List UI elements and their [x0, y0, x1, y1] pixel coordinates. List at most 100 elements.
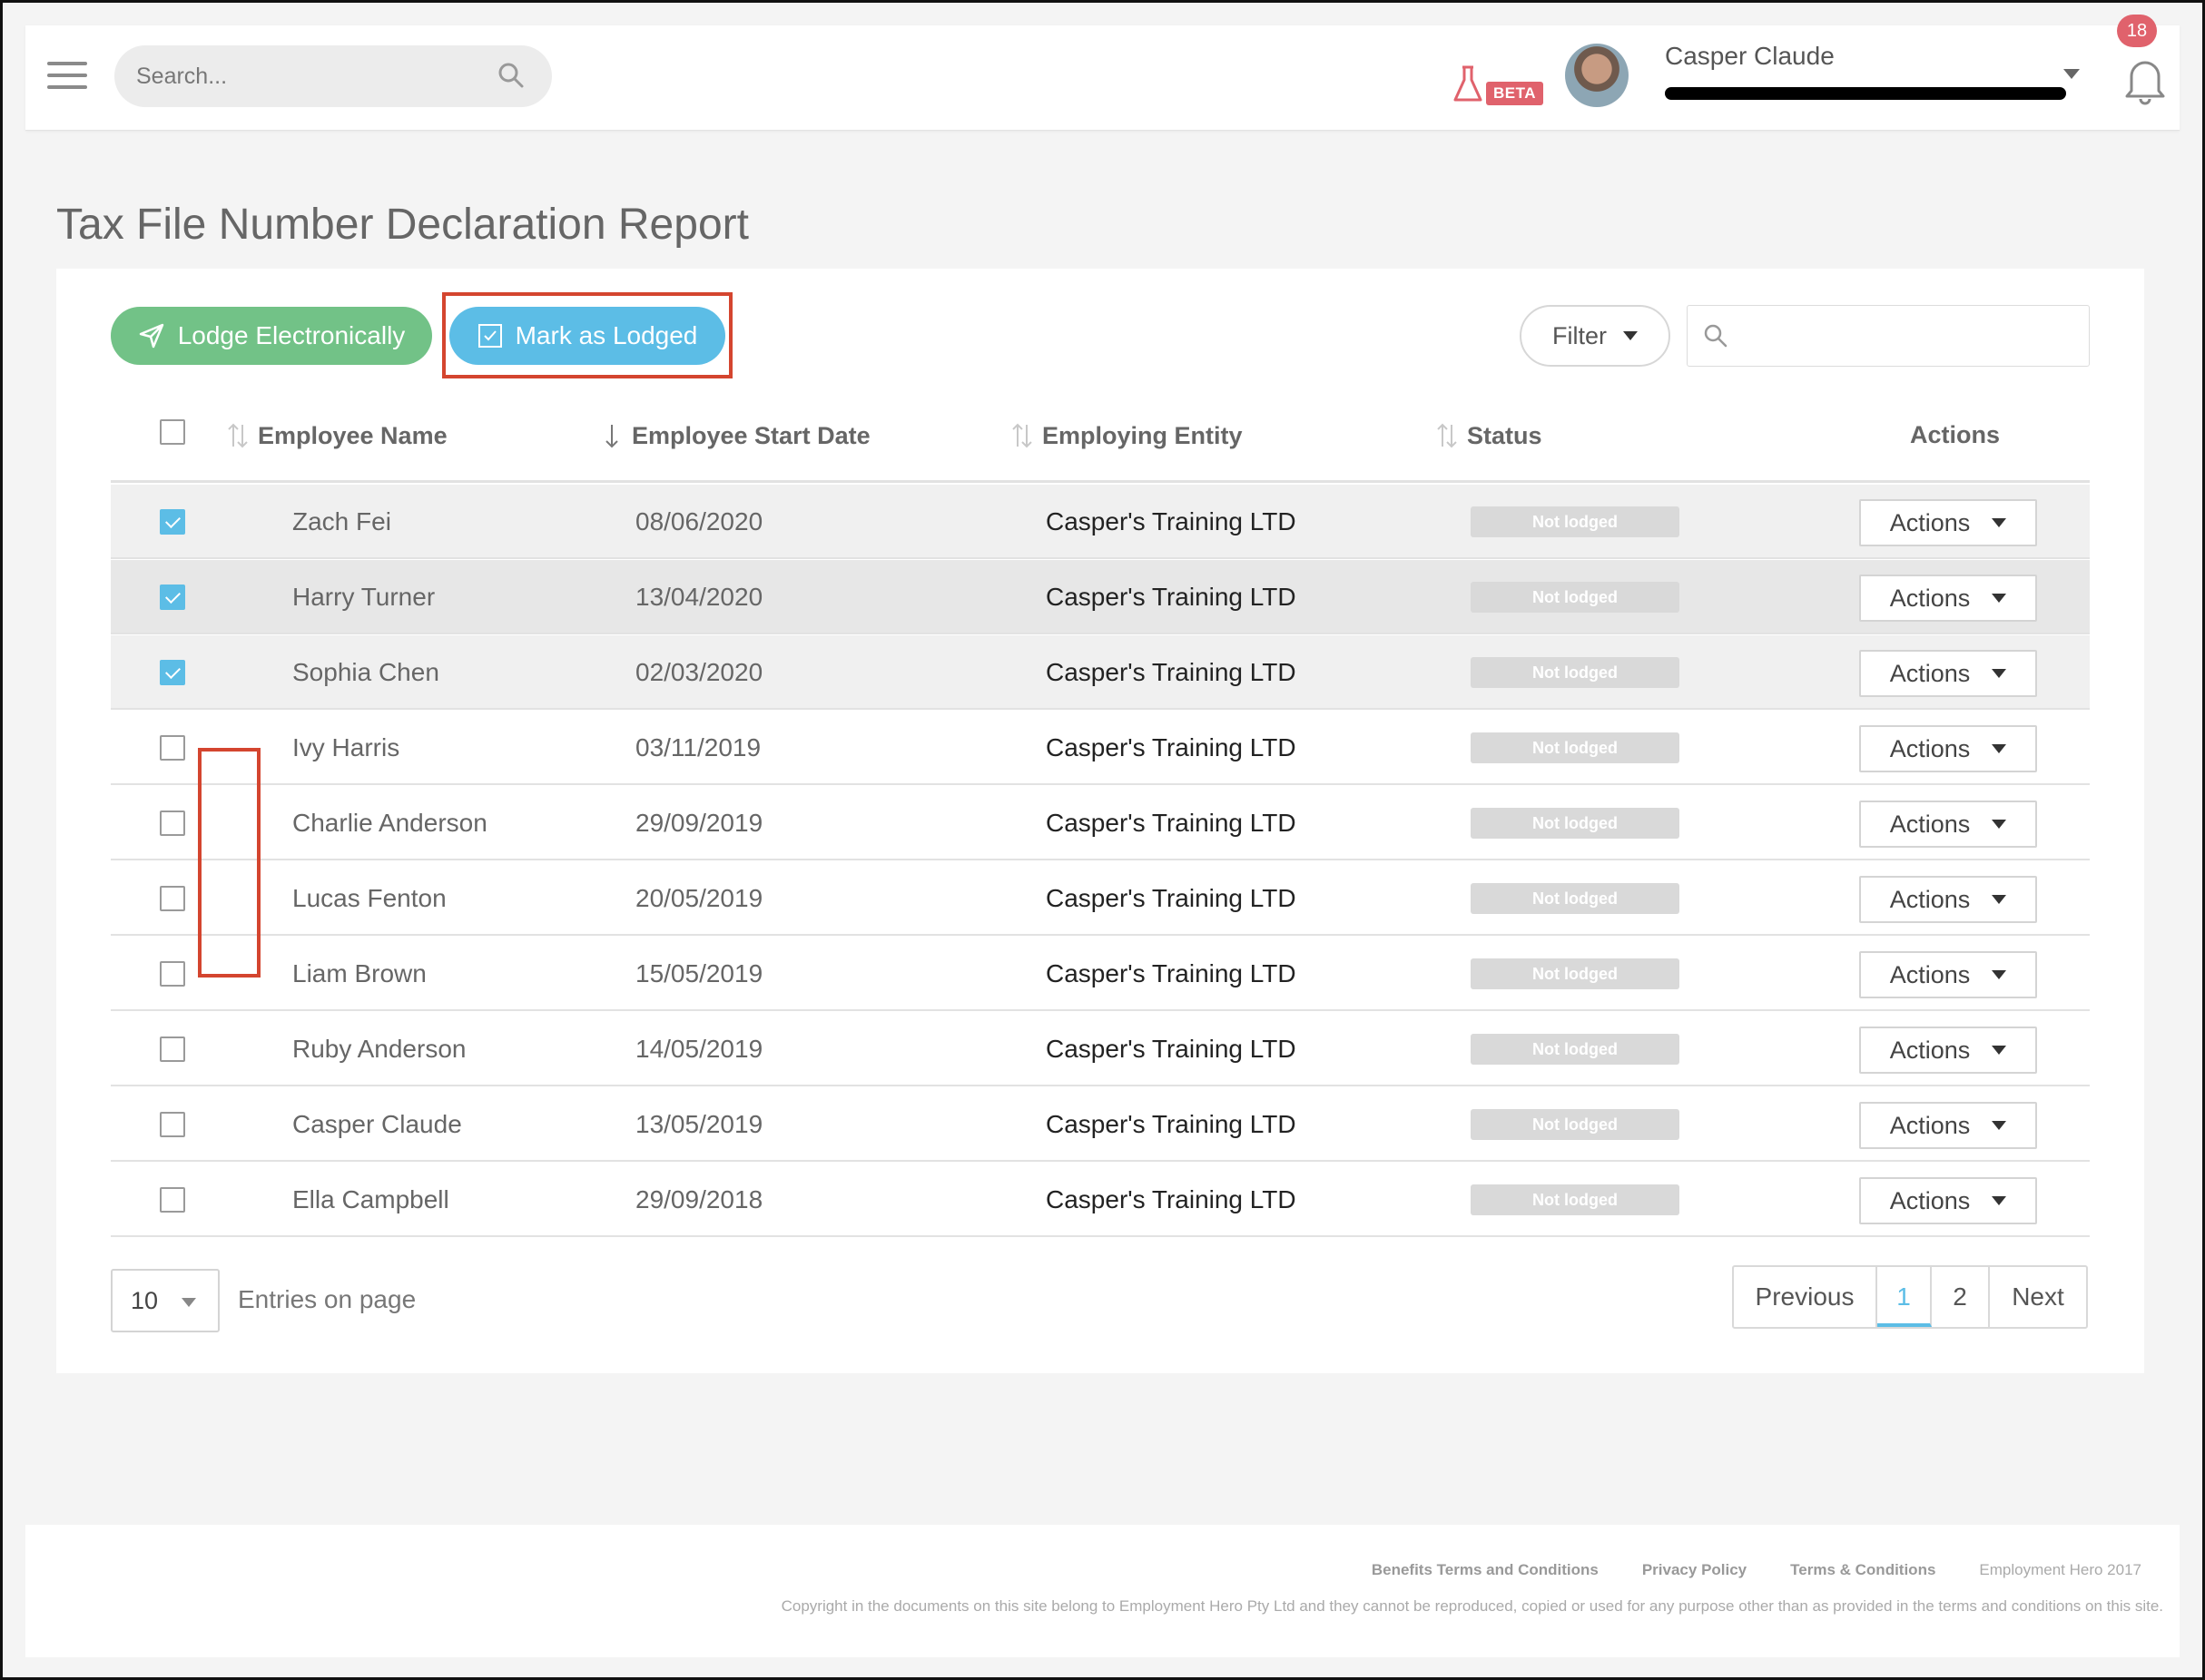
footer-link-benefits-terms[interactable]: Benefits Terms and Conditions	[1372, 1561, 1599, 1579]
actions-caret-icon	[1992, 820, 2007, 829]
pagination-previous-button[interactable]: Previous	[1734, 1267, 1877, 1327]
row-actions-label: Actions	[1889, 960, 1971, 988]
pagination-page-1-button[interactable]: 1	[1877, 1267, 1932, 1327]
row-actions-button[interactable]: Actions	[1859, 951, 2037, 998]
row-actions-button[interactable]: Actions	[1859, 575, 2037, 622]
start-date-cell: 20/05/2019	[635, 884, 763, 912]
row-checkbox[interactable]	[160, 961, 185, 987]
table-row[interactable]: Ivy Harris 03/11/2019 Casper's Training LT…	[111, 711, 2090, 785]
row-actions-button[interactable]: Actions	[1859, 801, 2037, 848]
beta-labs-button[interactable]: BETA	[1428, 54, 1544, 109]
table-row[interactable]: Liam Brown 15/05/2019 Casper's Training LT…	[111, 937, 2090, 1011]
menu-icon[interactable]	[47, 62, 87, 91]
footer: Benefits Terms and Conditions Privacy Po…	[25, 1525, 2180, 1657]
row-checkbox[interactable]	[160, 1036, 185, 1062]
table-row[interactable]: Sophia Chen 02/03/2020 Casper's Training L…	[111, 635, 2090, 710]
sort-desc-icon	[605, 425, 618, 448]
row-actions-button[interactable]: Actions	[1859, 650, 2037, 697]
search-input[interactable]	[114, 45, 552, 107]
pagination-page-2-button[interactable]: 2	[1932, 1267, 1990, 1327]
column-header-status[interactable]: Status	[1434, 421, 1542, 450]
column-header-employing-entity[interactable]: Employing Entity	[1009, 421, 1243, 450]
table-row[interactable]: Ella Campbell 29/09/2018 Casper's Training…	[111, 1163, 2090, 1237]
pagination-next-button[interactable]: Next	[1990, 1267, 2086, 1327]
send-icon	[139, 323, 163, 349]
checkbox-icon	[477, 324, 502, 348]
beta-badge: BETA	[1486, 82, 1544, 105]
mark-as-lodged-button[interactable]: Mark as Lodged	[449, 307, 725, 365]
column-header-start-date[interactable]: Employee Start Date	[599, 421, 871, 450]
row-checkbox[interactable]	[160, 886, 185, 911]
actions-caret-icon	[1992, 744, 2007, 753]
employing-entity-cell: Casper's Training LTD	[1046, 1035, 1296, 1063]
row-actions-button[interactable]: Actions	[1859, 499, 2037, 546]
lodge-electronically-button[interactable]: Lodge Electronically	[111, 307, 432, 365]
row-checkbox[interactable]	[160, 1112, 185, 1137]
table-search-input[interactable]	[1687, 305, 2090, 367]
notification-count-badge: 18	[2117, 15, 2157, 47]
row-actions-label: Actions	[1889, 508, 1971, 536]
table-row[interactable]: Charlie Anderson 29/09/2019 Casper's Train…	[111, 786, 2090, 860]
mark-as-lodged-label: Mark as Lodged	[515, 321, 698, 349]
bell-icon[interactable]	[2122, 54, 2168, 105]
employee-name-cell: Ivy Harris	[292, 733, 400, 761]
row-actions-button[interactable]: Actions	[1859, 725, 2037, 772]
table-row[interactable]: Lucas Fenton 20/05/2019 Casper's Training …	[111, 861, 2090, 936]
search-icon[interactable]	[497, 62, 525, 89]
employee-name-cell: Charlie Anderson	[292, 809, 487, 837]
row-checkbox[interactable]	[160, 735, 185, 761]
actions-caret-icon	[1992, 1196, 2007, 1205]
avatar[interactable]	[1565, 44, 1629, 107]
table-row[interactable]: Casper Claude 13/05/2019 Casper's Training…	[111, 1087, 2090, 1162]
lodge-electronically-label: Lodge Electronically	[177, 321, 406, 349]
footer-links: Benefits Terms and Conditions Privacy Po…	[1372, 1561, 2141, 1579]
filter-label: Filter	[1552, 321, 1607, 349]
chevron-down-icon	[182, 1298, 196, 1307]
row-actions-button[interactable]: Actions	[1859, 876, 2037, 923]
start-date-cell: 13/05/2019	[635, 1110, 763, 1138]
row-checkbox[interactable]	[160, 811, 185, 836]
row-actions-label: Actions	[1889, 734, 1971, 762]
row-checkbox[interactable]	[160, 509, 185, 535]
employing-entity-header-label: Employing Entity	[1042, 421, 1243, 449]
user-menu-chevron-icon[interactable]	[2063, 69, 2080, 79]
entries-per-page-value: 10	[131, 1287, 159, 1314]
filter-button[interactable]: Filter	[1520, 305, 1670, 367]
footer-link-privacy-policy[interactable]: Privacy Policy	[1642, 1561, 1747, 1579]
row-checkbox[interactable]	[160, 660, 185, 685]
start-date-cell: 29/09/2018	[635, 1185, 763, 1213]
start-date-cell: 14/05/2019	[635, 1035, 763, 1063]
user-name[interactable]: Casper Claude	[1665, 42, 1835, 71]
employee-name-cell: Ella Campbell	[292, 1185, 449, 1213]
row-actions-label: Actions	[1889, 810, 1971, 838]
flask-icon	[1453, 65, 1482, 102]
status-badge: Not lodged	[1471, 732, 1679, 763]
actions-caret-icon	[1992, 895, 2007, 904]
select-all-checkbox[interactable]	[160, 419, 185, 445]
row-checkbox[interactable]	[160, 585, 185, 610]
employee-name-cell: Liam Brown	[292, 959, 427, 987]
page-title: Tax File Number Declaration Report	[56, 201, 749, 249]
status-badge: Not lodged	[1471, 958, 1679, 989]
report-card: Lodge Electronically Mark as Lodged Filt…	[56, 269, 2144, 1373]
row-checkbox[interactable]	[160, 1187, 185, 1213]
footer-link-terms-conditions[interactable]: Terms & Conditions	[1790, 1561, 1935, 1579]
table-row[interactable]: Harry Turner 13/04/2020 Casper's Training …	[111, 560, 2090, 634]
table-header: Employee Name Employee Start Date Employ…	[111, 396, 2090, 483]
table-row[interactable]: Ruby Anderson 14/05/2019 Casper's Training…	[111, 1012, 2090, 1086]
status-badge: Not lodged	[1471, 883, 1679, 914]
sort-both-icon	[1437, 423, 1457, 448]
column-header-employee-name[interactable]: Employee Name	[225, 421, 448, 450]
status-badge: Not lodged	[1471, 1034, 1679, 1065]
start-date-cell: 03/11/2019	[635, 733, 762, 761]
sort-both-icon	[228, 423, 248, 448]
start-date-cell: 13/04/2020	[635, 583, 763, 611]
entries-per-page-select[interactable]: 10	[111, 1269, 220, 1332]
row-actions-button[interactable]: Actions	[1859, 1027, 2037, 1074]
row-actions-button[interactable]: Actions	[1859, 1102, 2037, 1149]
employee-name-header-label: Employee Name	[258, 421, 448, 449]
row-actions-label: Actions	[1889, 584, 1971, 612]
row-actions-button[interactable]: Actions	[1859, 1177, 2037, 1224]
column-header-actions: Actions	[1910, 421, 2000, 449]
table-row[interactable]: Zach Fei 08/06/2020 Casper's Training LTD N…	[111, 485, 2090, 559]
